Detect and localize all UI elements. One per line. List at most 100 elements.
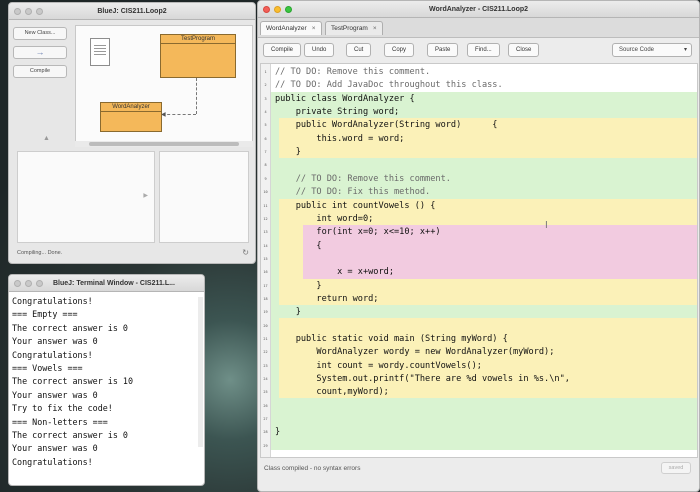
code-editor[interactable]: 1 2 3 4 5 6 7 8 9 10 11 12 13 14 15 16 17 18 19 20 21 22 23 24 2… <box>260 63 698 458</box>
code-line: public WordAnalyzer(String word) { <box>275 120 498 131</box>
close-button[interactable]: Close <box>508 43 540 57</box>
view-mode-value: Source Code <box>619 47 655 53</box>
line-number: 3 <box>264 96 267 101</box>
terminal-line: The correct answer is 10 <box>12 376 134 387</box>
dependency-line <box>162 114 196 115</box>
close-tab-icon[interactable]: × <box>312 25 316 32</box>
code-line: public static void main (String myWord) … <box>275 334 508 344</box>
line-number: 25 <box>263 390 268 395</box>
zoom-icon[interactable] <box>36 280 43 287</box>
editor-tabs: WordAnalyzer × TestProgram × <box>258 18 699 38</box>
terminal-window: BlueJ: Terminal Window - CIS211.L... Con… <box>8 274 205 486</box>
line-number: 10 <box>263 190 268 195</box>
line-number: 24 <box>263 377 268 382</box>
zoom-icon[interactable] <box>36 8 43 15</box>
tab-label: TestProgram <box>331 25 368 32</box>
line-number: 8 <box>264 163 267 168</box>
close-icon[interactable] <box>14 8 21 15</box>
compile-status: Class compiled - no syntax errors <box>264 465 361 472</box>
line-number: 9 <box>264 176 267 181</box>
zoom-icon[interactable] <box>285 6 292 13</box>
code-line: // TO DO: Remove this comment. <box>275 67 431 77</box>
line-number: 17 <box>263 283 268 288</box>
window-title: BlueJ: Terminal Window - CIS211.L... <box>53 279 175 287</box>
up-triangle-icon: ▲ <box>43 135 50 142</box>
code-line: this.word = word; <box>275 133 405 144</box>
minimize-icon[interactable] <box>25 8 32 15</box>
line-number: 26 <box>263 403 268 408</box>
line-number: 23 <box>263 363 268 368</box>
tab-testprogram[interactable]: TestProgram × <box>325 21 383 35</box>
tab-wordanalyzer[interactable]: WordAnalyzer × <box>260 21 322 35</box>
uses-arrow-button[interactable]: → <box>13 46 67 59</box>
close-tab-icon[interactable]: × <box>373 25 377 32</box>
line-number-gutter[interactable]: 1 2 3 4 5 6 7 8 9 10 11 12 13 14 15 16 17 18 19 20 21 22 23 24 2… <box>261 64 271 457</box>
line-number: 19 <box>263 310 268 315</box>
compile-button[interactable]: Compile <box>263 43 302 57</box>
window-title: BlueJ: CIS211.Loop2 <box>97 7 167 15</box>
line-number: 11 <box>263 203 268 208</box>
code-line: public int countVowels () { <box>275 200 436 211</box>
method-scope-background <box>279 318 697 398</box>
compile-button[interactable]: Compile <box>13 65 67 78</box>
class-diagram[interactable]: TestProgram ◀ WordAnalyzer <box>75 25 253 147</box>
terminal-line: === Empty === <box>12 309 78 320</box>
editor-titlebar: WordAnalyzer - CIS211.Loop2 <box>258 1 699 18</box>
undo-button[interactable]: Undo <box>304 43 335 57</box>
class-testprogram[interactable]: TestProgram <box>160 34 236 78</box>
line-number: 1 <box>264 70 267 74</box>
line-number: 2 <box>264 83 267 88</box>
object-bench[interactable]: ▶ <box>17 151 155 243</box>
terminal-scrollbar[interactable] <box>198 297 203 447</box>
right-triangle-icon: ▶ <box>143 193 148 199</box>
code-line: private String word; <box>275 107 400 118</box>
find-button[interactable]: Find... <box>467 43 500 57</box>
close-icon[interactable] <box>14 280 21 287</box>
copy-button[interactable]: Copy <box>384 43 415 57</box>
diagram-scrollbar[interactable] <box>75 141 253 147</box>
scroll-thumb[interactable] <box>89 142 239 146</box>
tab-label: WordAnalyzer <box>266 25 307 32</box>
class-name: TestProgram <box>161 35 235 44</box>
saved-indicator: saved <box>661 462 691 474</box>
cut-button[interactable]: Cut <box>346 43 372 57</box>
code-line: WordAnalyzer wordy = new WordAnalyzer(my… <box>275 347 555 358</box>
terminal-line: Your answer was 0 <box>12 336 98 347</box>
code-line: } <box>275 427 281 438</box>
code-line: { <box>275 240 322 251</box>
line-number: 5 <box>264 123 267 128</box>
minimize-icon[interactable] <box>274 6 281 13</box>
close-icon[interactable] <box>263 6 270 13</box>
paste-button[interactable]: Paste <box>427 43 459 57</box>
bluej-main-window: BlueJ: CIS211.Loop2 New Class... → Compi… <box>8 2 256 264</box>
code-line: for(int x=0; x<=10; x++) <box>275 227 441 238</box>
new-class-button[interactable]: New Class... <box>13 27 67 40</box>
view-mode-select[interactable]: Source Code ▾ <box>612 43 692 57</box>
refresh-icon[interactable]: ↻ <box>242 248 249 257</box>
line-number: 20 <box>263 323 268 328</box>
codepad-panel[interactable] <box>159 151 249 243</box>
terminal-line: Congratulations! <box>12 296 93 306</box>
window-controls <box>263 6 292 13</box>
code-line: } <box>275 147 301 158</box>
code-line: } <box>275 307 301 318</box>
bluej-titlebar: BlueJ: CIS211.Loop2 <box>9 3 255 20</box>
terminal-line: Your answer was 0 <box>12 389 98 400</box>
line-number: 13 <box>263 230 268 235</box>
readme-icon[interactable] <box>90 38 110 66</box>
window-controls <box>14 280 43 287</box>
line-number: 16 <box>263 270 268 275</box>
line-number: 15 <box>263 256 268 261</box>
class-wordanalyzer[interactable]: WordAnalyzer <box>100 102 162 132</box>
line-number: 6 <box>264 136 267 141</box>
status-text: Compiling... Done. <box>17 250 63 256</box>
minimize-icon[interactable] <box>25 280 32 287</box>
code-line: public class WordAnalyzer { <box>275 93 415 104</box>
code-line: return word; <box>275 293 379 304</box>
class-name: WordAnalyzer <box>101 103 161 112</box>
terminal-output[interactable]: Congratulations! === Empty === The correct… <box>12 295 196 481</box>
line-number: 14 <box>263 243 268 248</box>
terminal-line: Congratulations! <box>12 456 93 467</box>
line-number: 29 <box>263 443 268 448</box>
code-line: // TO DO: Remove this comment. <box>275 173 451 184</box>
